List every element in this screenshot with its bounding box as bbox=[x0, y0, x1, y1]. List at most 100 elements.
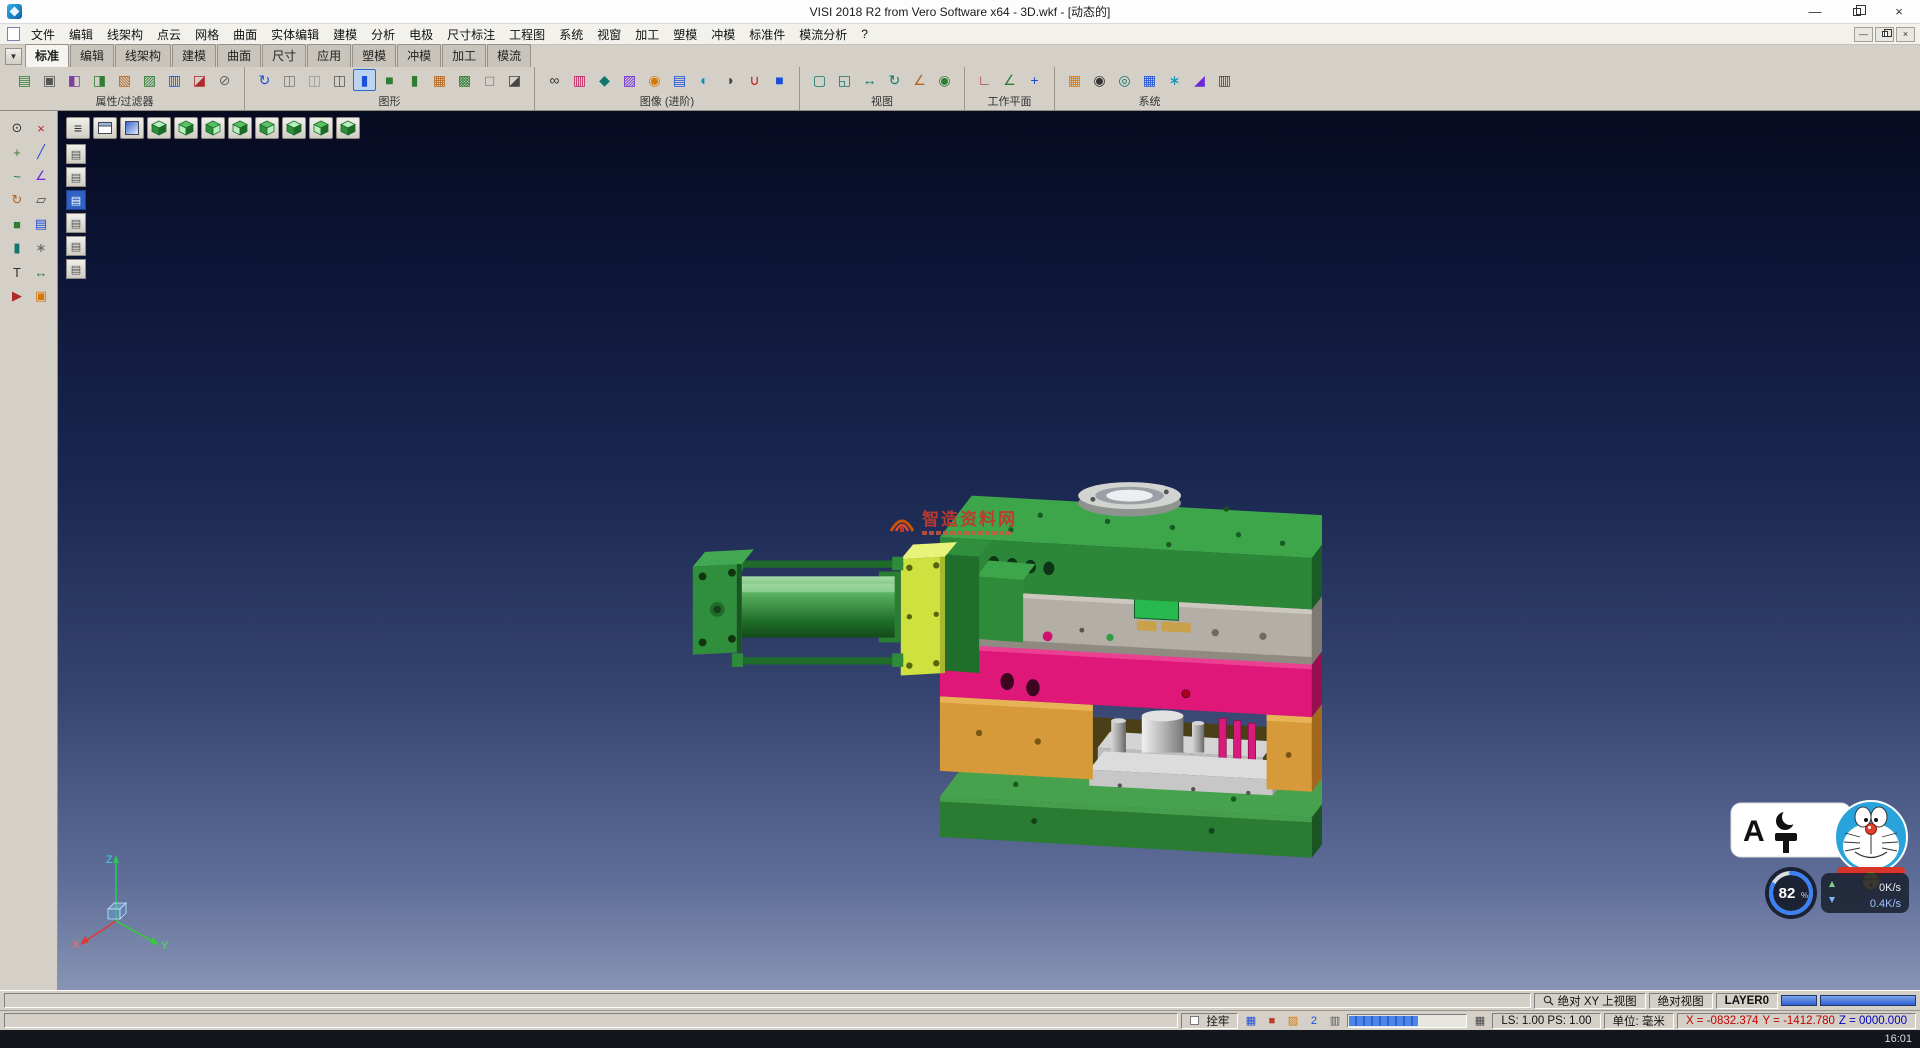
menu-item-14[interactable]: 视窗 bbox=[590, 24, 628, 44]
redraw-icon[interactable]: ↻ bbox=[253, 69, 276, 91]
copy-clipboard-icon[interactable]: ▣ bbox=[30, 285, 52, 307]
snap-lock-checkbox[interactable] bbox=[1190, 1016, 1199, 1025]
pan-view-icon[interactable]: ↔ bbox=[858, 69, 881, 91]
curve-icon[interactable]: ~ bbox=[6, 165, 28, 187]
zoom-window-icon[interactable]: ◱ bbox=[833, 69, 856, 91]
solid-cube-icon[interactable]: ■ bbox=[768, 69, 791, 91]
viewport-menu-icon[interactable]: ≡ bbox=[66, 117, 90, 139]
ejector-assembly[interactable] bbox=[1089, 710, 1287, 795]
display-settings-icon[interactable]: ▦ bbox=[1241, 1013, 1260, 1029]
background-icon[interactable]: ▤ bbox=[668, 69, 691, 91]
left-view-icon[interactable] bbox=[228, 117, 252, 139]
ghost-view-icon[interactable]: ◻ bbox=[478, 69, 501, 91]
view-config-2[interactable]: ▤ bbox=[66, 167, 86, 187]
sketch-line-icon[interactable]: ╱ bbox=[30, 141, 52, 163]
solid-body-icon[interactable]: ■ bbox=[6, 213, 28, 235]
layer-color-bar[interactable] bbox=[1820, 995, 1916, 1006]
menu-item-4[interactable]: 点云 bbox=[150, 24, 188, 44]
rotate-icon[interactable]: ↻ bbox=[6, 189, 28, 211]
workplane-xy-icon[interactable]: ∟ bbox=[973, 69, 996, 91]
tab-6[interactable]: 尺寸 bbox=[262, 44, 306, 67]
shaded-box-icon[interactable]: ■ bbox=[378, 69, 401, 91]
sheet-body-icon[interactable]: ▤ bbox=[30, 213, 52, 235]
mdi-close-button[interactable]: × bbox=[1896, 27, 1915, 42]
flag-marker-icon[interactable]: ▶ bbox=[6, 285, 28, 307]
line-filter-icon[interactable]: ◧ bbox=[63, 69, 86, 91]
viewport-layout-icon[interactable] bbox=[93, 117, 117, 139]
tab-3[interactable]: 线架构 bbox=[115, 44, 171, 67]
layers-stack-icon[interactable]: ▥ bbox=[1325, 1013, 1344, 1029]
top-view-icon[interactable] bbox=[282, 117, 306, 139]
surface-filter-icon[interactable]: ▧ bbox=[113, 69, 136, 91]
menu-item-18[interactable]: 标准件 bbox=[742, 24, 792, 44]
right-view-icon[interactable] bbox=[255, 117, 279, 139]
extrude-icon[interactable]: ▮ bbox=[6, 237, 28, 259]
menu-item-15[interactable]: 加工 bbox=[628, 24, 666, 44]
wireframe-view-icon[interactable]: ◫ bbox=[278, 69, 301, 91]
snowflake-icon[interactable]: ∗ bbox=[1163, 69, 1186, 91]
magnet-snap-icon[interactable]: ∪ bbox=[743, 69, 766, 91]
texture-icon[interactable]: ▨ bbox=[618, 69, 641, 91]
absolute-view-panel[interactable]: 绝对视图 bbox=[1649, 993, 1713, 1009]
snapshot-icon[interactable]: ◉ bbox=[1088, 69, 1111, 91]
menu-item-1[interactable]: 文件 bbox=[24, 24, 62, 44]
os-taskbar[interactable]: 16:01 bbox=[0, 1030, 1920, 1048]
locating-ring[interactable] bbox=[1078, 482, 1181, 516]
grid-icon[interactable]: ▦ bbox=[1470, 1013, 1489, 1029]
mdi-restore-button[interactable] bbox=[1875, 27, 1894, 42]
shaded-mode-icon[interactable]: ▮ bbox=[353, 69, 376, 91]
visibility-eye-icon[interactable]: ◉ bbox=[933, 69, 956, 91]
color-properties-icon[interactable]: ▤ bbox=[13, 69, 36, 91]
document-2-icon[interactable]: 2 bbox=[1304, 1013, 1323, 1029]
material-icon[interactable]: ◆ bbox=[593, 69, 616, 91]
shadow-icon[interactable]: ◑ bbox=[718, 69, 741, 91]
menu-item-6[interactable]: 曲面 bbox=[226, 24, 264, 44]
polyline-icon[interactable]: ∠ bbox=[30, 165, 52, 187]
view-config-3[interactable]: ▤ bbox=[66, 190, 86, 210]
attribute-brush-icon[interactable]: ◪ bbox=[188, 69, 211, 91]
dimetric-view-icon[interactable] bbox=[336, 117, 360, 139]
menu-item-16[interactable]: 塑模 bbox=[666, 24, 704, 44]
assembly-display-icon[interactable]: ▦ bbox=[428, 69, 451, 91]
color-grid-icon[interactable]: ▦ bbox=[1063, 69, 1086, 91]
text-tool-icon[interactable]: T bbox=[6, 261, 28, 283]
tab-9[interactable]: 冲模 bbox=[397, 44, 441, 67]
zoom-all-icon[interactable]: ▢ bbox=[808, 69, 831, 91]
tab-8[interactable]: 塑模 bbox=[352, 44, 396, 67]
edit-geometry-icon[interactable]: ▱ bbox=[30, 189, 52, 211]
view-config-1[interactable]: ▤ bbox=[66, 144, 86, 164]
menu-item-3[interactable]: 线架构 bbox=[100, 24, 150, 44]
menu-item-20[interactable]: ? bbox=[854, 24, 875, 44]
dynamic-section-icon[interactable]: ◪ bbox=[503, 69, 526, 91]
view-config-5[interactable]: ▤ bbox=[66, 236, 86, 256]
globe-icon[interactable]: ◎ bbox=[1113, 69, 1136, 91]
menu-item-19[interactable]: 模流分析 bbox=[792, 24, 854, 44]
reflection-icon[interactable]: ◐ bbox=[693, 69, 716, 91]
gradient-ramp-icon[interactable]: ◢ bbox=[1188, 69, 1211, 91]
stereo-glasses-icon[interactable]: ∞ bbox=[543, 69, 566, 91]
dashed-hidden-view-icon[interactable]: ◫ bbox=[328, 69, 351, 91]
zoom-icon[interactable]: ⊙ bbox=[6, 117, 28, 139]
menu-item-5[interactable]: 网格 bbox=[188, 24, 226, 44]
back-view-icon[interactable] bbox=[201, 117, 225, 139]
view-config-4[interactable]: ▤ bbox=[66, 213, 86, 233]
data-table-icon[interactable]: ▥ bbox=[1213, 69, 1236, 91]
minimize-button[interactable]: — bbox=[1794, 0, 1836, 23]
workplane-view-icon[interactable]: ∠ bbox=[998, 69, 1021, 91]
point-filter-icon[interactable]: ◨ bbox=[88, 69, 111, 91]
menu-item-17[interactable]: 冲模 bbox=[704, 24, 742, 44]
tab-1[interactable]: 标准 bbox=[25, 44, 69, 67]
lights-icon[interactable]: ◉ bbox=[643, 69, 666, 91]
tab-dropdown-button[interactable]: ▼ bbox=[5, 48, 22, 65]
workplane-free-icon[interactable]: + bbox=[1023, 69, 1046, 91]
view-config-6[interactable]: ▤ bbox=[66, 259, 86, 279]
snap-lock-toggle[interactable]: 拴牢 bbox=[1181, 1013, 1238, 1029]
menu-item-12[interactable]: 工程图 bbox=[502, 24, 552, 44]
menu-item-2[interactable]: 编辑 bbox=[62, 24, 100, 44]
front-view-icon[interactable] bbox=[174, 117, 198, 139]
rotate-view-icon[interactable]: ↻ bbox=[883, 69, 906, 91]
close-button[interactable]: × bbox=[1878, 0, 1920, 23]
tab-4[interactable]: 建模 bbox=[172, 44, 216, 67]
layer-panel[interactable]: LAYER0 bbox=[1716, 993, 1778, 1009]
hidden-line-view-icon[interactable]: ◫ bbox=[303, 69, 326, 91]
